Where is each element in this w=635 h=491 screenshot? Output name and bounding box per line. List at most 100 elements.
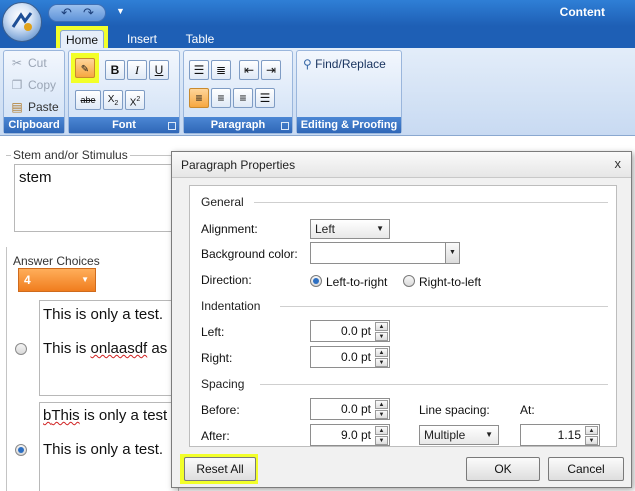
align-left-button[interactable]: ≡	[189, 88, 209, 108]
spin-up-icon[interactable]: ▲	[585, 426, 598, 435]
stem-text: stem	[19, 169, 52, 186]
outdent-icon: ⇤	[243, 63, 255, 77]
answer-count-dropdown[interactable]: 4 ▼	[18, 268, 96, 292]
alignment-value: Left	[315, 222, 336, 236]
indentation-rule	[280, 306, 608, 307]
spin-up-icon[interactable]: ▲	[375, 322, 388, 331]
line-spacing-at-spinner[interactable]: 1.15 ▲ ▼	[520, 424, 600, 446]
paste-button[interactable]: ▤ Paste	[10, 100, 58, 114]
spin-down-icon[interactable]: ▼	[375, 410, 388, 419]
strikethrough-button[interactable]: abe	[75, 90, 101, 110]
rtl-radio[interactable]	[403, 275, 415, 287]
choice-2-line-2: This is only a test.	[43, 441, 164, 458]
choice-1-radio[interactable]	[15, 343, 27, 355]
spacing-before-spinner[interactable]: 0.0 pt ▲ ▼	[310, 398, 390, 420]
copy-label: Copy	[28, 78, 57, 92]
stem-input[interactable]: stem	[14, 164, 184, 232]
paragraph-dialog-launcher[interactable]	[281, 122, 289, 130]
spin-down-icon[interactable]: ▼	[585, 436, 598, 445]
align-center-button[interactable]: ≡	[211, 88, 231, 108]
spacing-after-label: After:	[201, 429, 230, 443]
bullet-list-icon: ☰	[193, 63, 205, 77]
undo-icon[interactable]: ↶	[61, 5, 72, 21]
bullet-list-button[interactable]: ☰	[189, 60, 209, 80]
subscript-button[interactable]: X2	[103, 90, 123, 110]
background-color-label: Background color:	[201, 247, 298, 261]
font-dialog-launcher[interactable]	[168, 122, 176, 130]
spin-up-icon[interactable]: ▲	[375, 400, 388, 409]
subscript-mark: 2	[114, 100, 119, 107]
ltr-radio[interactable]	[310, 275, 322, 287]
clipboard-group-label: Clipboard	[4, 117, 64, 133]
choice-1-text-a: This is	[43, 340, 91, 357]
spacing-rule	[260, 384, 608, 385]
text-highlight-button[interactable]: ✎	[75, 58, 95, 78]
binoculars-icon: ⚲	[303, 57, 312, 71]
dialog-content: General Alignment: Left ▼ Background col…	[189, 185, 617, 447]
indent-right-value: 0.0 pt	[340, 350, 371, 364]
tab-table[interactable]: Table	[178, 30, 222, 48]
tab-insert[interactable]: Insert	[120, 30, 164, 48]
numbered-list-button[interactable]: ≣	[211, 60, 231, 80]
ltr-label[interactable]: Left-to-right	[326, 275, 387, 289]
window-title: Content	[559, 5, 605, 19]
italic-button[interactable]: I	[127, 60, 147, 80]
alignment-select[interactable]: Left ▼	[310, 219, 390, 239]
general-rule	[254, 202, 608, 203]
tab-home[interactable]: Home	[60, 30, 104, 48]
numbered-list-icon: ≣	[215, 63, 227, 77]
indent-icon: ⇥	[265, 63, 277, 77]
redo-icon[interactable]: ↷	[83, 5, 94, 21]
indent-left-spinner[interactable]: 0.0 pt ▲ ▼	[310, 320, 390, 342]
chevron-down-icon[interactable]: ▼	[445, 243, 459, 263]
paragraph-group-label: Paragraph	[184, 117, 292, 133]
customize-toolbar-icon[interactable]: ▼	[116, 6, 125, 16]
copy-button[interactable]: ❐ Copy	[10, 78, 56, 92]
choice-1-line-1: This is only a test.	[43, 306, 164, 323]
line-spacing-value: Multiple	[424, 428, 466, 442]
title-bar: ↶ ↷ ▼ Content	[0, 0, 635, 26]
general-heading: General	[201, 195, 244, 209]
choice-1-text-c: as	[147, 340, 168, 357]
spacing-after-spinner[interactable]: 9.0 pt ▲ ▼	[310, 424, 390, 446]
find-replace-button[interactable]: ⚲ Find/Replace	[303, 57, 386, 71]
close-icon[interactable]: x	[615, 156, 622, 171]
rtl-label[interactable]: Right-to-left	[419, 275, 481, 289]
ribbon-tab-row: Home Insert Table	[0, 26, 635, 48]
underline-button[interactable]: U	[149, 60, 169, 80]
increase-indent-button[interactable]: ⇥	[261, 60, 281, 80]
font-group: ✎ B I U abe X2 X2 Font	[68, 50, 180, 134]
chevron-down-icon: ▼	[81, 275, 89, 284]
cancel-button[interactable]: Cancel	[548, 457, 624, 481]
clipboard-icon: ▤	[11, 100, 23, 114]
align-right-icon: ≡	[239, 91, 247, 105]
reset-all-button[interactable]: Reset All	[184, 457, 256, 481]
ok-button[interactable]: OK	[466, 457, 540, 481]
line-spacing-select[interactable]: Multiple ▼	[419, 425, 499, 445]
editing-group: ⚲ Find/Replace Editing & Proofing	[296, 50, 402, 134]
choice-1-misspelled: onlaasdf	[90, 340, 148, 357]
indent-right-spinner[interactable]: 0.0 pt ▲ ▼	[310, 346, 390, 368]
align-center-icon: ≡	[217, 91, 225, 105]
superscript-button[interactable]: X2	[125, 90, 145, 110]
spin-down-icon[interactable]: ▼	[375, 436, 388, 445]
spin-down-icon[interactable]: ▼	[375, 358, 388, 367]
alignment-label: Alignment:	[201, 222, 258, 236]
scissors-icon: ✂	[11, 56, 23, 70]
bold-button[interactable]: B	[105, 60, 125, 80]
copy-icon: ❐	[11, 78, 23, 92]
cut-button[interactable]: ✂ Cut	[10, 56, 47, 70]
spacing-before-label: Before:	[201, 403, 240, 417]
background-color-picker[interactable]: ▼	[310, 242, 460, 264]
spin-down-icon[interactable]: ▼	[375, 332, 388, 341]
choice-2-radio[interactable]	[15, 444, 27, 456]
align-right-button[interactable]: ≡	[233, 88, 253, 108]
spin-up-icon[interactable]: ▲	[375, 348, 388, 357]
decrease-indent-button[interactable]: ⇤	[239, 60, 259, 80]
justify-button[interactable]: ☰	[255, 88, 275, 108]
ribbon: ✂ Cut ❐ Copy ▤ Paste Clipboard ✎ B I U abe …	[0, 48, 635, 136]
paragraph-group: ☰ ≣ ⇤ ⇥ ≡ ≡ ≡ ☰ Paragraph	[183, 50, 293, 134]
spin-up-icon[interactable]: ▲	[375, 426, 388, 435]
indent-left-value: 0.0 pt	[340, 324, 371, 338]
app-menu-button[interactable]	[2, 2, 42, 42]
